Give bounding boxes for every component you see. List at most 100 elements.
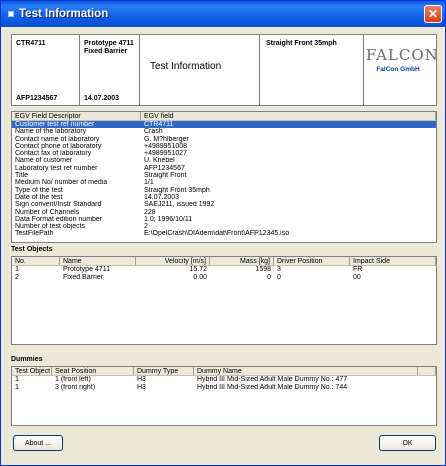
field-value: 228: [144, 208, 156, 216]
field-value: +4989951008: [144, 142, 188, 150]
th-seat[interactable]: Seat Position: [52, 367, 134, 375]
test-header: CTR4711 AFP1234567 Prototype 4711 Fixed …: [11, 34, 439, 106]
field-descriptor: Type of the test: [15, 186, 63, 194]
obj-no: 1: [15, 266, 19, 273]
dummy-seat: 3 (front right): [55, 383, 96, 391]
obj-name: Prototype 4711: [63, 266, 110, 273]
dummy-seat: 1 (front left): [55, 376, 91, 383]
field-row[interactable]: Number of test objects 2: [12, 223, 436, 230]
field-descriptor: Laboratory test ref number: [15, 164, 98, 172]
field-descriptor: Number of Channels: [15, 208, 80, 216]
header-ref: AFP1234567: [16, 95, 58, 102]
dummy-row[interactable]: 1 1 (front left) H3 Hybrid III Mid-Sized Ad…: [12, 376, 436, 384]
field-value: SAEJ211, issued 1992: [144, 201, 215, 209]
field-descriptor: Name of the laboratory: [15, 128, 87, 136]
field-value: E:\OpelCrash\DIAdem\dat\Front\AFP12345.i…: [144, 230, 290, 238]
header-title: Test Information: [150, 61, 222, 72]
th-dummy-type[interactable]: Dummy Type: [134, 367, 194, 375]
field-row[interactable]: Name of customer U. Knebel: [12, 157, 436, 164]
th-test-object[interactable]: Test Object: [12, 367, 52, 375]
dummies-title: Dummies: [11, 356, 43, 363]
dummy-type: H3: [137, 376, 146, 383]
obj-driver: 0: [277, 273, 281, 281]
logo-main-text: FALCON: [366, 46, 439, 64]
title-bar[interactable]: Test Information ✕: [1, 1, 445, 27]
dummy-row[interactable]: 1 3 (front right) H3 Hybrid III Mid-Sized A…: [12, 384, 436, 392]
field-descriptor: Medium No/ number of media: [15, 179, 108, 187]
dummies-table[interactable]: Test Object Seat Position Dummy Type Dum…: [11, 366, 437, 426]
field-row[interactable]: Contact fax of laboratory +4989951027: [12, 150, 436, 157]
field-descriptor: Customer test ref number: [15, 121, 95, 128]
obj-velocity: 15.72: [189, 266, 207, 273]
header-date: 14.07.2003: [84, 95, 120, 102]
egv-field-rows: Customer test ref number CTR4711 Name of t…: [12, 121, 436, 238]
field-row[interactable]: Title Straight Front: [12, 172, 436, 179]
test-objects-table[interactable]: No. Name Velocity [m/s] Mass [kg] Driver…: [11, 256, 437, 345]
field-row[interactable]: Contact phone of laboratory +4989951008: [12, 143, 436, 150]
field-row[interactable]: Contact name of laboratory G. M?hlberger: [12, 136, 436, 143]
field-value: 1.0; 1996/10/11: [144, 215, 193, 223]
th-no[interactable]: No.: [12, 257, 60, 265]
th-mass[interactable]: Mass [kg]: [210, 257, 274, 265]
window-icon: [8, 11, 14, 17]
field-value: U. Knebel: [144, 157, 175, 165]
field-row[interactable]: Type of the test Straight Front 35mph: [12, 187, 436, 194]
test-object-row[interactable]: 1 Prototype 4711 15.72 1598 3 FR: [12, 266, 436, 274]
field-row[interactable]: TestFilePath E:\OpelCrash\DIAdem\dat\Fron…: [12, 230, 436, 237]
field-descriptor: Contact phone of laboratory: [15, 142, 102, 150]
field-value: Crash: [144, 128, 163, 136]
dummy-type: H3: [137, 383, 146, 391]
obj-mass: 1598: [255, 266, 271, 273]
field-row[interactable]: Sign convent/Instr Standard SAEJ211, issu…: [12, 201, 436, 208]
dummy-name: Hybrid III Mid-Sized Adult Male Dummy No…: [197, 376, 348, 383]
obj-no: 2: [15, 273, 19, 281]
dummy-test-object: 1: [15, 383, 19, 391]
field-descriptor: Date of the test: [15, 193, 63, 201]
field-descriptor: TestFilePath: [15, 230, 54, 238]
field-descriptor: Contact fax of laboratory: [15, 150, 92, 158]
ok-button[interactable]: OK: [379, 435, 436, 451]
col-header-descriptor[interactable]: EGV Field Descriptor: [12, 112, 141, 120]
col-header-field[interactable]: EGV field: [141, 112, 436, 120]
field-descriptor: Sign convent/Instr Standard: [15, 201, 102, 209]
header-id-cell: CTR4711 AFP1234567: [12, 35, 80, 105]
header-id: CTR4711: [16, 40, 46, 47]
field-descriptor: Title: [15, 172, 28, 180]
dummies-header: Test Object Seat Position Dummy Type Dum…: [12, 367, 436, 376]
field-value: AFP1234567: [144, 164, 185, 172]
logo-sub-text: FalCon GmbH: [376, 66, 420, 73]
header-type-cell: Straight Front 35mph: [260, 35, 364, 105]
th-impact[interactable]: Impact Side: [350, 257, 436, 265]
about-button[interactable]: About ...: [13, 435, 63, 451]
field-value: 1/1: [144, 179, 154, 187]
close-button[interactable]: ✕: [424, 5, 442, 23]
test-object-row[interactable]: 2 Fixed Barrier 0.00 0 0 00: [12, 274, 436, 282]
obj-impact: FR: [353, 266, 363, 273]
field-row[interactable]: Customer test ref number CTR4711: [12, 121, 436, 129]
th-velocity[interactable]: Velocity [m/s]: [136, 257, 210, 265]
field-descriptor: Contact name of laboratory: [15, 135, 100, 143]
obj-mass: 0: [267, 273, 271, 281]
th-name[interactable]: Name: [60, 257, 136, 265]
egv-field-list[interactable]: EGV Field Descriptor EGV field Customer …: [11, 111, 437, 243]
field-row[interactable]: Number of Channels 228: [12, 209, 436, 216]
field-descriptor: Data Format edition number: [15, 215, 103, 223]
header-title-cell: Test Information: [140, 35, 260, 105]
field-row[interactable]: Medium No/ number of media 1/1: [12, 179, 436, 186]
falcon-logo: FALCON FalCon GmbH: [366, 46, 439, 73]
test-objects-rows: 1 Prototype 4711 15.72 1598 3 FR 2 Fixed Barrie…: [12, 266, 436, 281]
field-row[interactable]: Data Format edition number 1.0; 1996/10/1…: [12, 216, 436, 223]
th-dummy-name[interactable]: Dummy Name: [194, 367, 418, 375]
field-row[interactable]: Date of the test 14.07.2003: [12, 194, 436, 201]
field-row[interactable]: Name of the laboratory Crash: [12, 128, 436, 135]
header-barrier: Fixed Barrier: [84, 48, 128, 55]
test-objects-header: No. Name Velocity [m/s] Mass [kg] Driver…: [12, 257, 436, 266]
th-extra: [418, 367, 436, 375]
field-descriptor: Number of test objects: [15, 223, 86, 231]
th-driver[interactable]: Driver Position: [274, 257, 350, 265]
field-value: Straight Front 35mph: [144, 186, 210, 194]
field-row[interactable]: Laboratory test ref number AFP1234567: [12, 165, 436, 172]
dummies-rows: 1 1 (front left) H3 Hybrid III Mid-Sized Ad…: [12, 376, 436, 391]
header-prototype: Prototype 4711: [84, 40, 134, 47]
obj-impact: 00: [353, 273, 361, 281]
